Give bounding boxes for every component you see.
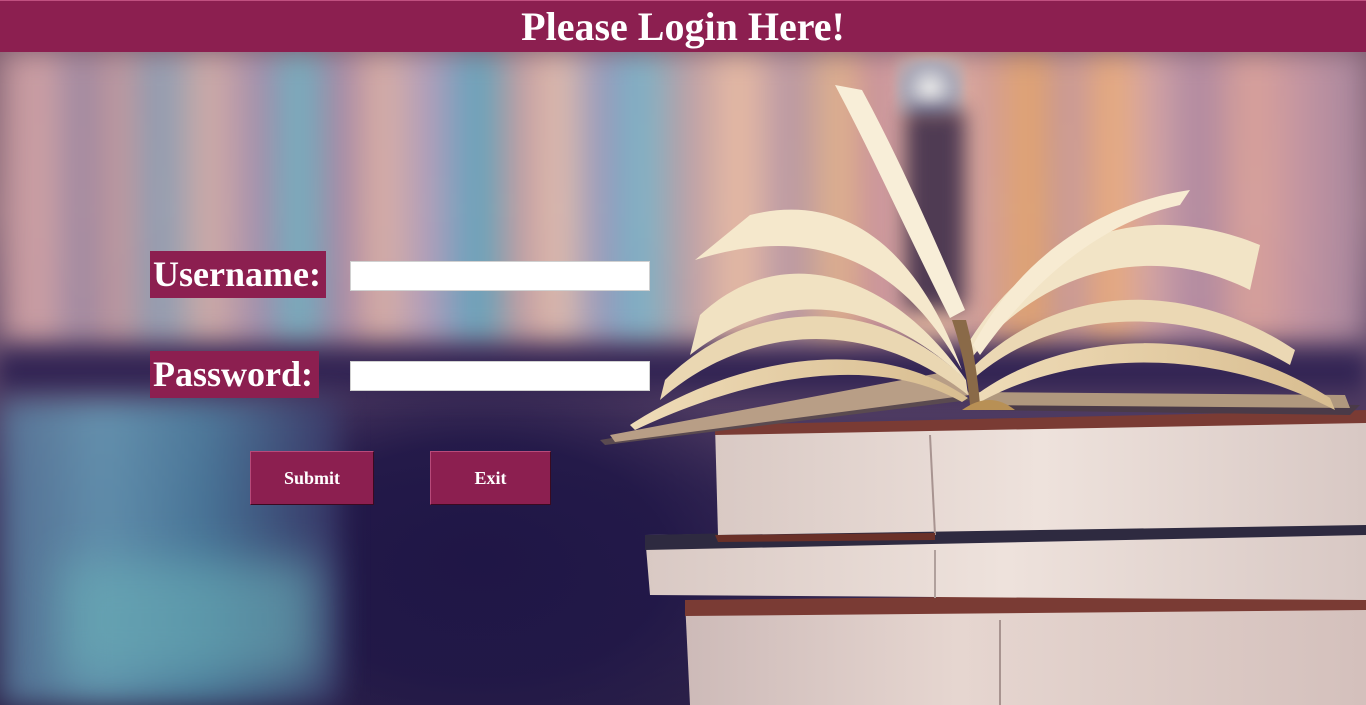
lower-shelf-highlight <box>60 560 320 680</box>
password-input[interactable] <box>350 361 650 391</box>
password-label: Password: <box>150 351 319 398</box>
header-bar: Please Login Here! <box>0 0 1366 52</box>
open-book-on-stack-icon <box>600 85 1366 705</box>
page-title: Please Login Here! <box>521 4 845 49</box>
username-input[interactable] <box>350 261 650 291</box>
submit-button[interactable]: Submit <box>250 451 374 505</box>
username-label: Username: <box>150 251 326 298</box>
exit-button[interactable]: Exit <box>430 451 551 505</box>
login-window: Please Login Here! Username: Password: S… <box>0 0 1366 705</box>
